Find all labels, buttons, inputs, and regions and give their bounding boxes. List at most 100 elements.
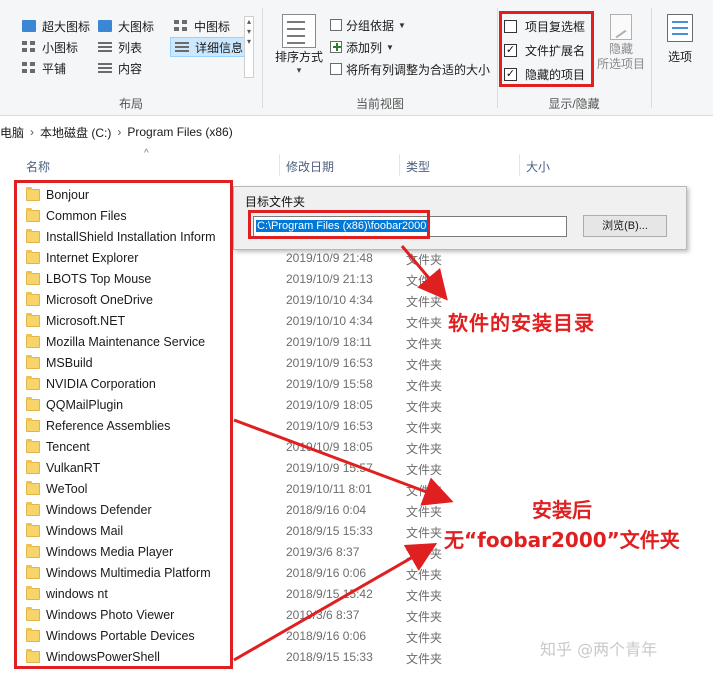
tiles-icon — [22, 62, 36, 74]
file-type: 文件夹 — [406, 358, 443, 372]
layout-content[interactable]: 内容 — [94, 58, 170, 78]
fit-columns-icon — [330, 63, 342, 75]
file-date: 2019/10/9 21:13 — [286, 272, 373, 286]
layout-small-icons[interactable]: 小图标 — [18, 37, 94, 57]
layout-details[interactable]: 详细信息 — [170, 37, 246, 57]
layout-medium-icons[interactable]: 中图标 — [170, 16, 246, 36]
chevron-down-icon: ▼ — [386, 42, 394, 52]
breadcrumb-item[interactable]: 电脑 — [0, 124, 24, 141]
file-type: 文件夹 — [406, 253, 443, 267]
options-icon — [667, 14, 693, 42]
file-type: 文件夹 — [406, 400, 443, 414]
group-by-button[interactable]: 分组依据 ▼ — [330, 14, 490, 36]
layout-tiles[interactable]: 平铺 — [18, 58, 94, 78]
highlight-box-path — [248, 210, 430, 239]
large-icons-icon — [98, 20, 112, 32]
file-date: 2019/10/9 15:58 — [286, 377, 373, 391]
layout-scroll[interactable]: ▴ ▾ ▾ — [244, 16, 254, 78]
file-date: 2019/10/9 21:48 — [286, 251, 373, 265]
file-date: 2018/9/16 0:04 — [286, 503, 367, 517]
hide-selected-items-button[interactable]: 隐藏 所选项目 — [596, 14, 646, 72]
ribbon: 超大图标 大图标 中图标 小图标 列表 详细信息 平铺 内容 ▴ ▾ ▾ 布局 当前… — [0, 0, 713, 116]
layout-large-icons[interactable]: 大图标 — [94, 16, 170, 36]
group-by-icon — [330, 19, 342, 31]
file-date: 2019/3/6 8:37 — [286, 608, 360, 622]
layout-group: 超大图标 大图标 中图标 小图标 列表 详细信息 平铺 内容 ▴ ▾ ▾ 布局 — [0, 0, 262, 116]
file-type: 文件夹 — [406, 631, 443, 645]
file-date: 2019/10/9 15:57 — [286, 461, 373, 475]
watermark: 知乎 @两个青年 — [540, 640, 658, 659]
annotation-install-dir: 软件的安装目录 — [448, 311, 595, 335]
annotation-after-install: 安装后 — [532, 498, 592, 522]
breadcrumb-item[interactable]: 本地磁盘 (C:) — [40, 124, 111, 141]
layout-extra-large-icons[interactable]: 超大图标 — [18, 16, 94, 36]
file-type: 文件夹 — [406, 463, 443, 477]
chevron-right-icon[interactable]: › — [30, 125, 34, 139]
column-size[interactable]: 大小 — [526, 158, 550, 175]
dialog-title: 目标文件夹 — [245, 195, 306, 209]
file-type: 文件夹 — [406, 568, 443, 582]
file-type: 文件夹 — [406, 274, 443, 288]
file-type: 文件夹 — [406, 421, 443, 435]
column-header: ^ 名称 修改日期 类型 大小 — [0, 148, 713, 178]
content-icon — [98, 62, 112, 74]
file-date: 2019/10/9 18:05 — [286, 398, 373, 412]
medium-icons-icon — [174, 20, 188, 32]
file-type: 文件夹 — [406, 316, 443, 330]
column-name[interactable]: 名称 — [26, 158, 50, 175]
file-date: 2019/10/9 16:53 — [286, 419, 373, 433]
file-date: 2018/9/16 0:06 — [286, 566, 367, 580]
column-date[interactable]: 修改日期 — [286, 158, 334, 175]
sort-ascending-icon: ^ — [144, 148, 149, 159]
sort-icon — [282, 14, 316, 48]
view-commands: 分组依据 ▼ 添加列 ▼ 将所有列调整为合适的大小 — [330, 14, 490, 80]
column-divider[interactable] — [279, 154, 280, 176]
small-icons-icon — [22, 41, 36, 53]
layout-list[interactable]: 列表 — [94, 37, 170, 57]
layout-grid: 超大图标 大图标 中图标 小图标 列表 详细信息 平铺 内容 — [18, 16, 250, 79]
column-divider[interactable] — [519, 154, 520, 176]
file-type: 文件夹 — [406, 379, 443, 393]
file-type: 文件夹 — [406, 526, 443, 540]
current-view-group-label: 当前视图 — [355, 97, 404, 111]
column-type[interactable]: 类型 — [406, 158, 430, 175]
ribbon-divider — [651, 8, 652, 108]
file-date: 2018/9/15 15:33 — [286, 524, 373, 538]
file-date: 2019/10/9 18:11 — [286, 335, 372, 349]
file-type: 文件夹 — [406, 295, 443, 309]
breadcrumb: 电脑 › 本地磁盘 (C:) › Program Files (x86) — [0, 120, 713, 144]
file-date: 2018/9/15 15:33 — [286, 650, 373, 664]
options-button[interactable]: 选项 — [660, 14, 700, 65]
layout-group-label: 布局 — [118, 97, 143, 111]
file-date: 2018/9/16 0:06 — [286, 629, 367, 643]
hide-selected-icon — [610, 14, 632, 40]
file-date: 2019/10/9 18:05 — [286, 440, 373, 454]
breadcrumb-item[interactable]: Program Files (x86) — [127, 125, 232, 139]
annotation-no-folder: 无“foobar2000”文件夹 — [444, 528, 680, 552]
list-icon — [98, 41, 112, 53]
browse-button[interactable]: 浏览(B)... — [583, 215, 667, 237]
details-icon — [175, 41, 189, 53]
column-divider[interactable] — [399, 154, 400, 176]
file-type: 文件夹 — [406, 652, 443, 666]
file-type: 文件夹 — [406, 589, 443, 603]
show-hide-group-label: 显示/隐藏 — [548, 97, 600, 111]
file-date: 2019/3/6 8:37 — [286, 545, 360, 559]
add-column-icon — [330, 41, 342, 53]
highlight-box-file-list — [14, 180, 233, 669]
file-type: 文件夹 — [406, 505, 443, 519]
file-type: 文件夹 — [406, 610, 443, 624]
file-date: 2019/10/10 4:34 — [286, 314, 373, 328]
sort-by-button[interactable]: 排序方式 ▾ — [272, 14, 326, 76]
highlight-box-show-hide — [499, 11, 594, 87]
file-date: 2019/10/10 4:34 — [286, 293, 373, 307]
file-date: 2018/9/15 15:42 — [286, 587, 373, 601]
extra-large-icons-icon — [22, 20, 36, 32]
file-type: 文件夹 — [406, 442, 443, 456]
chevron-right-icon[interactable]: › — [117, 125, 121, 139]
file-date: 2019/10/11 8:01 — [286, 482, 372, 496]
add-column-button[interactable]: 添加列 ▼ — [330, 36, 490, 58]
file-type: 文件夹 — [406, 337, 443, 351]
file-date: 2019/10/9 16:53 — [286, 356, 373, 370]
fit-columns-button[interactable]: 将所有列调整为合适的大小 — [330, 58, 490, 80]
